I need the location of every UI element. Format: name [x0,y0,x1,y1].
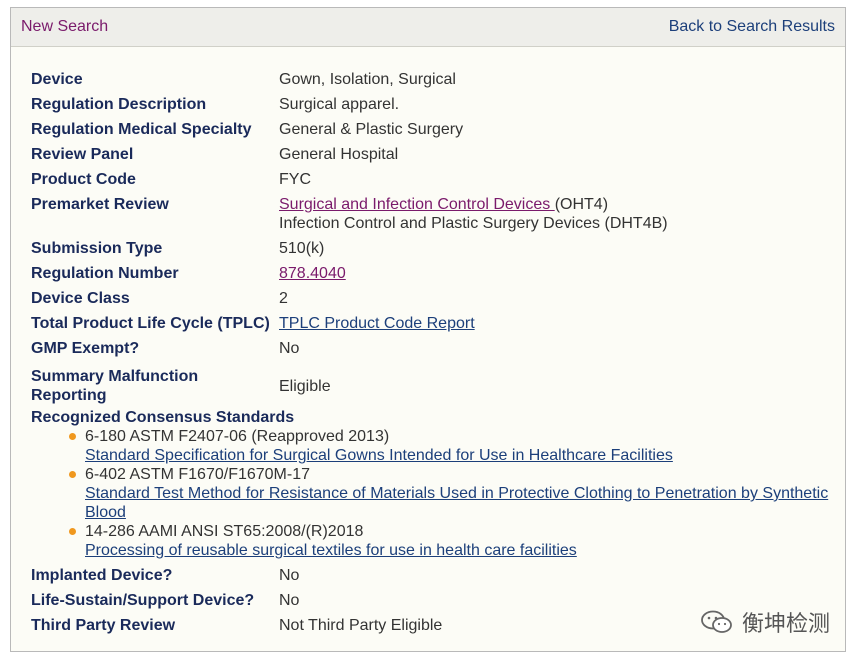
tplc-cell: TPLC Product Code Report [279,314,475,333]
row-premarket-review: Premarket Review Surgical and Infection … [31,195,841,239]
row-consensus-standards: Recognized Consensus Standards 6-180 AST… [31,408,841,566]
regulation-number-label: Regulation Number [31,265,179,282]
third-party-label: Third Party Review [31,617,176,634]
submission-type-label: Submission Type [31,240,163,257]
dht4b-text: Infection Control and Plastic Surgery De… [279,215,668,232]
implanted-value: No [279,567,300,584]
implanted-label: Implanted Device? [31,567,173,584]
back-to-results-link[interactable]: Back to Search Results [669,18,835,36]
regulation-specialty-label: Regulation Medical Specialty [31,121,252,138]
life-sustain-value: No [279,592,300,609]
standard-item: 14-286 AAMI ANSI ST65:2008/(R)2018 Proce… [69,522,841,560]
summary-malfunction-label-line2: Reporting [31,387,107,404]
third-party-value: Not Third Party Eligible [279,617,443,634]
row-tplc: Total Product Life Cycle (TPLC) TPLC Pro… [31,314,841,339]
standard-title-link[interactable]: Processing of reusable surgical textiles… [85,542,577,559]
watermark-text: 衡坤检测 [741,611,830,636]
bullet-icon [69,433,76,440]
regulation-number-cell: 878.4040 [279,264,346,283]
device-value: Gown, Isolation, Surgical [279,71,456,88]
submission-type-value: 510(k) [279,240,325,257]
row-product-code: Product Code FYC [31,170,841,195]
oht4-link[interactable]: Surgical and Infection Control Devices [279,196,555,213]
row-implanted: Implanted Device? No [31,566,841,591]
summary-malfunction-label: Summary Malfunction Reporting [31,367,279,405]
tplc-label: Total Product Life Cycle (TPLC) [31,315,270,332]
device-label: Device [31,71,83,88]
summary-malfunction-value: Eligible [279,377,331,395]
life-sustain-label: Life-Sustain/Support Device? [31,592,255,609]
regulation-specialty-value: General & Plastic Surgery [279,121,464,138]
standard-code: 6-180 ASTM F2407-06 (Reapproved 2013) [85,428,390,445]
regulation-description-value: Surgical apparel. [279,96,400,113]
row-regulation-specialty: Regulation Medical Specialty General & P… [31,120,841,145]
new-search-link[interactable]: New Search [21,18,108,36]
summary-malfunction-label-line1: Summary Malfunction [31,368,199,385]
standard-code: 14-286 AAMI ANSI ST65:2008/(R)2018 [85,523,364,540]
regulation-number-link[interactable]: 878.4040 [279,265,346,282]
row-gmp-exempt: GMP Exempt? No [31,339,841,364]
premarket-review-value: Surgical and Infection Control Devices (… [279,195,668,233]
row-summary-malfunction: Summary Malfunction Reporting Eligible [31,364,841,408]
device-class-value: 2 [279,290,288,307]
device-classification-panel: New Search Back to Search Results Device… [10,7,846,652]
device-details-table: Device Gown, Isolation, Surgical Regulat… [31,70,841,641]
row-regulation-description: Regulation Description Surgical apparel. [31,95,841,120]
oht4-code: (OHT4) [554,196,609,213]
standard-item: 6-402 ASTM F1670/F1670M-17 Standard Test… [69,465,841,522]
consensus-standards-label: Recognized Consensus Standards [31,409,295,426]
review-panel-label: Review Panel [31,146,134,163]
row-review-panel: Review Panel General Hospital [31,145,841,170]
nav-bar: New Search Back to Search Results [11,8,845,47]
bullet-icon [69,471,76,478]
row-device-class: Device Class 2 [31,289,841,314]
watermark: 衡坤检测 [700,606,830,638]
product-code-value: FYC [279,171,311,188]
standard-title-link[interactable]: Standard Specification for Surgical Gown… [85,447,673,464]
gmp-exempt-value: No [279,340,300,357]
row-device: Device Gown, Isolation, Surgical [31,70,841,95]
tplc-report-link[interactable]: TPLC Product Code Report [279,315,475,332]
product-code-label: Product Code [31,171,136,188]
row-regulation-number: Regulation Number 878.4040 [31,264,841,289]
row-submission-type: Submission Type 510(k) [31,239,841,264]
gmp-exempt-label: GMP Exempt? [31,340,140,357]
review-panel-value: General Hospital [279,146,399,163]
device-class-label: Device Class [31,290,130,307]
premarket-review-label: Premarket Review [31,196,169,213]
standard-code: 6-402 ASTM F1670/F1670M-17 [85,466,311,483]
regulation-description-label: Regulation Description [31,96,207,113]
wechat-icon [701,610,732,633]
bullet-icon [69,528,76,535]
standard-item: 6-180 ASTM F2407-06 (Reapproved 2013) St… [69,427,841,465]
standard-title-link[interactable]: Standard Test Method for Resistance of M… [85,485,828,521]
standards-list: 6-180 ASTM F2407-06 (Reapproved 2013) St… [69,427,841,560]
